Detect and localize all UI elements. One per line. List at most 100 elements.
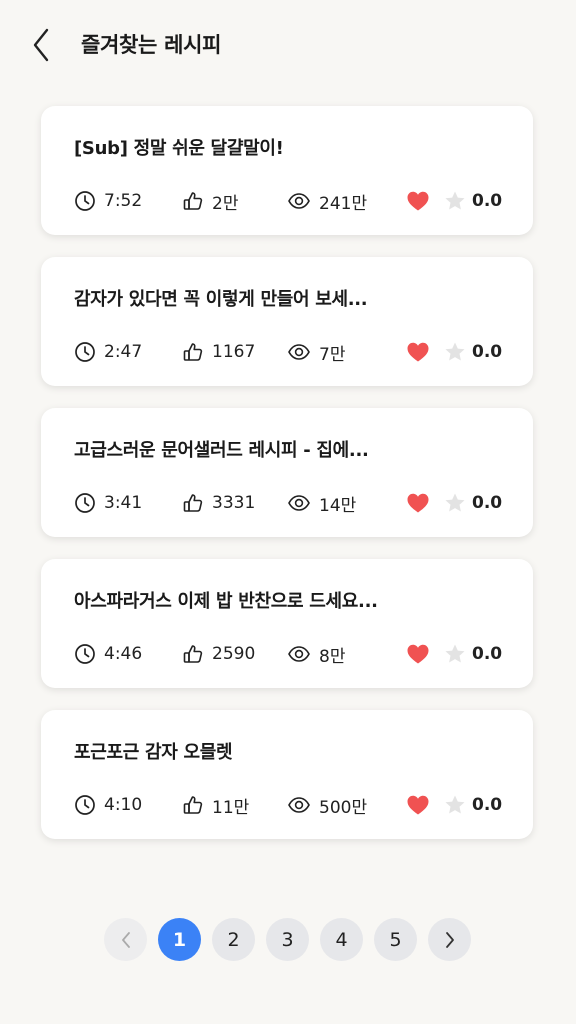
thumbs-up-icon — [183, 494, 203, 512]
star-icon — [445, 191, 465, 210]
clock-icon — [75, 191, 95, 211]
eye-icon — [288, 646, 310, 662]
page-button-3[interactable]: 3 — [266, 918, 309, 961]
duration: 2:47 — [74, 339, 142, 365]
thumbs-up-icon — [183, 343, 203, 361]
clock-icon — [75, 644, 95, 664]
page-button-1[interactable]: 1 — [158, 918, 201, 961]
prev-page-button[interactable] — [104, 918, 147, 961]
views-value: 241만 — [319, 193, 368, 214]
views-value: 7만 — [319, 344, 346, 365]
views-value: 14만 — [319, 495, 357, 516]
duration-value: 4:46 — [104, 644, 143, 664]
duration-value: 4:10 — [104, 795, 143, 815]
rating-value: 0.0 — [472, 342, 503, 362]
thumbs-up-icon — [183, 796, 203, 814]
thumbs-up-icon — [183, 645, 203, 663]
duration-value: 7:52 — [104, 191, 143, 211]
rating-star — [444, 188, 474, 214]
recipe-card[interactable]: 아스파라거스 이제 밥 반찬으로 드세요... 4:46 2590 8만 0.0 — [41, 559, 533, 688]
recipe-list: [Sub] 정말 쉬운 달걀말이! 7:52 2만 241만 0.0 감자가 있다면 꼭 … — [41, 106, 533, 861]
eye-icon — [288, 344, 310, 360]
rating-star — [444, 641, 474, 667]
recipe-title: 아스파라거스 이제 밥 반찬으로 드세요... — [74, 591, 378, 612]
clock-icon — [75, 795, 95, 815]
recipe-meta: 2:47 1167 7만 0.0 — [74, 339, 514, 365]
eye-icon — [288, 495, 310, 511]
favorite-button[interactable] — [406, 792, 438, 818]
likes: 2590 — [182, 641, 255, 667]
page-button-5[interactable]: 5 — [374, 918, 417, 961]
clock-icon — [75, 493, 95, 513]
views: 7만 — [287, 339, 345, 365]
eye-icon — [288, 797, 310, 813]
star-icon — [445, 795, 465, 814]
likes: 3331 — [182, 490, 255, 516]
favorite-button[interactable] — [406, 641, 438, 667]
duration: 4:46 — [74, 641, 142, 667]
duration: 7:52 — [74, 188, 142, 214]
heart-icon — [407, 342, 429, 362]
views: 500만 — [287, 792, 367, 818]
recipe-title: [Sub] 정말 쉬운 달걀말이! — [74, 138, 284, 159]
recipe-card[interactable]: 감자가 있다면 꼭 이렇게 만들어 보세... 2:47 1167 7만 0.0 — [41, 257, 533, 386]
views: 14만 — [287, 490, 356, 516]
rating-star — [444, 339, 474, 365]
likes-value: 3331 — [212, 493, 256, 513]
clock-icon — [75, 342, 95, 362]
likes: 1167 — [182, 339, 255, 365]
views-value: 8만 — [319, 646, 346, 667]
pagination: 12345 — [104, 918, 474, 962]
views: 241만 — [287, 188, 367, 214]
rating-star — [444, 490, 474, 516]
likes: 11만 — [182, 792, 249, 818]
likes-value: 1167 — [212, 342, 256, 362]
back-button[interactable] — [26, 26, 56, 64]
rating-star — [444, 792, 474, 818]
page-button-4[interactable]: 4 — [320, 918, 363, 961]
recipe-meta: 4:46 2590 8만 0.0 — [74, 641, 514, 667]
recipe-title: 고급스러운 문어샐러드 레시피 - 집에... — [74, 440, 369, 461]
views-value: 500만 — [319, 797, 368, 818]
rating-value: 0.0 — [472, 795, 503, 815]
recipe-meta: 4:10 11만 500만 0.0 — [74, 792, 514, 818]
likes-value: 11만 — [212, 797, 250, 818]
heart-icon — [407, 795, 429, 815]
star-icon — [445, 493, 465, 512]
page-button-2[interactable]: 2 — [212, 918, 255, 961]
recipe-title: 감자가 있다면 꼭 이렇게 만들어 보세... — [74, 289, 368, 310]
rating-value: 0.0 — [472, 644, 503, 664]
duration-value: 3:41 — [104, 493, 143, 513]
rating-value: 0.0 — [472, 191, 503, 211]
chevron-right-icon — [445, 931, 454, 948]
heart-icon — [407, 191, 429, 211]
favorite-button[interactable] — [406, 339, 438, 365]
thumbs-up-icon — [183, 192, 203, 210]
likes: 2만 — [182, 188, 238, 214]
recipe-meta: 7:52 2만 241만 0.0 — [74, 188, 514, 214]
recipe-card[interactable]: 포근포근 감자 오믈렛 4:10 11만 500만 0.0 — [41, 710, 533, 839]
likes-value: 2590 — [212, 644, 256, 664]
recipe-title: 포근포근 감자 오믈렛 — [74, 742, 233, 763]
duration-value: 2:47 — [104, 342, 143, 362]
page-title: 즐겨찾는 레시피 — [81, 33, 222, 57]
header: 즐겨찾는 레시피 — [0, 0, 576, 90]
recipe-meta: 3:41 3331 14만 0.0 — [74, 490, 514, 516]
rating-value: 0.0 — [472, 493, 503, 513]
duration: 3:41 — [74, 490, 142, 516]
favorite-button[interactable] — [406, 188, 438, 214]
recipe-card[interactable]: [Sub] 정말 쉬운 달걀말이! 7:52 2만 241만 0.0 — [41, 106, 533, 235]
duration: 4:10 — [74, 792, 142, 818]
likes-value: 2만 — [212, 193, 239, 214]
recipe-card[interactable]: 고급스러운 문어샐러드 레시피 - 집에... 3:41 3331 14만 0.0 — [41, 408, 533, 537]
heart-icon — [407, 493, 429, 513]
favorite-button[interactable] — [406, 490, 438, 516]
star-icon — [445, 644, 465, 663]
chevron-left-icon — [121, 931, 130, 948]
chevron-left-icon — [33, 28, 49, 62]
views: 8만 — [287, 641, 345, 667]
eye-icon — [288, 193, 310, 209]
next-page-button[interactable] — [428, 918, 471, 961]
star-icon — [445, 342, 465, 361]
heart-icon — [407, 644, 429, 664]
